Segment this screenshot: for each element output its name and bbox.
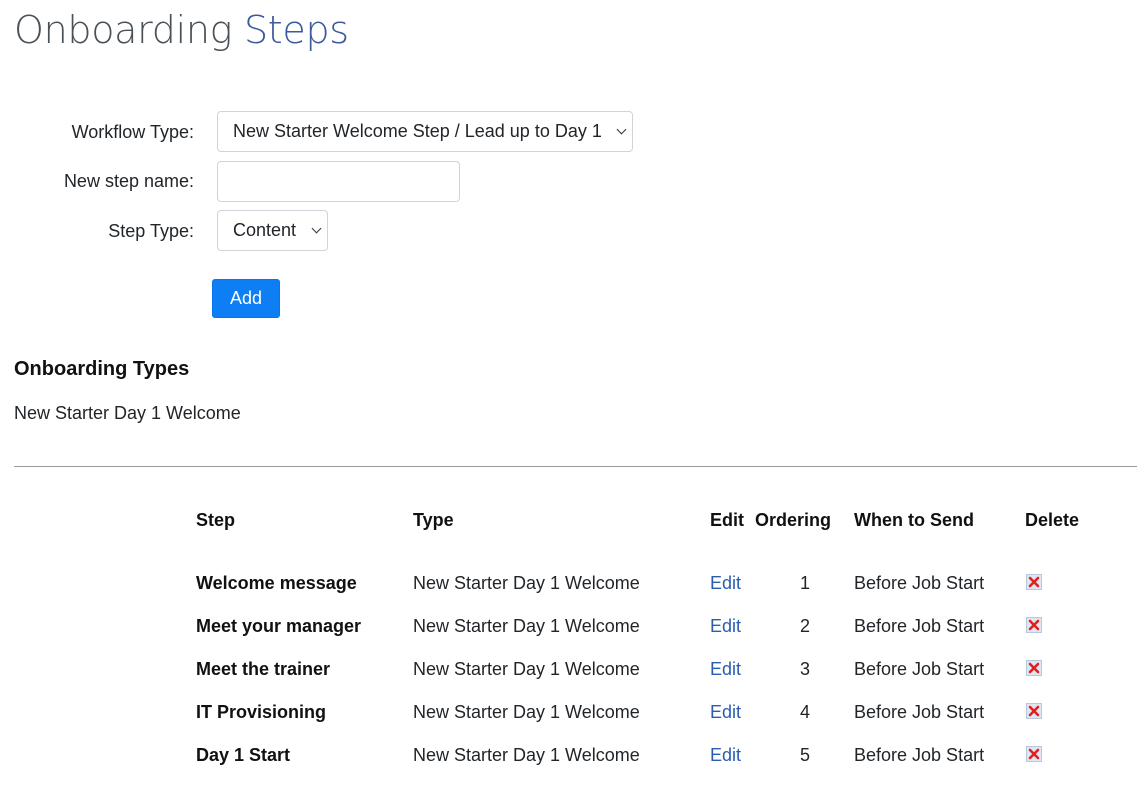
workflow-type-row: Workflow Type: [0,111,194,153]
ordering-value: 3 [799,659,810,679]
step-name: Welcome message [196,573,357,593]
delete-x-icon[interactable] [1026,660,1042,676]
chevron-down-icon [616,124,627,135]
step-type-label: Step Type: [108,220,194,241]
column-header-ordering: Ordering [755,510,832,530]
column-header-delete: Delete [1025,510,1080,530]
step-name-input[interactable] [217,161,460,202]
chevron-down-icon [311,223,322,234]
workflow-type-select[interactable]: New Starter Welcome Step / Lead up to Da… [217,111,633,152]
edit-link[interactable]: Edit [710,745,741,766]
divider [14,466,1137,467]
step-name: Meet your manager [196,616,362,636]
column-header-when-to-send: When to Send [854,510,974,530]
step-type-select[interactable]: Content [217,210,328,251]
step-name: Day 1 Start [196,745,291,765]
ordering-value: 2 [799,616,810,636]
step-name-label: New step name: [63,170,194,191]
step-type: New Starter Day 1 Welcome [413,745,640,765]
column-header-edit: Edit [710,510,744,530]
when-to-send: Before Job Start [854,659,985,679]
page-title-accent: Steps [243,8,349,52]
edit-link[interactable]: Edit [710,573,741,594]
delete-x-icon[interactable] [1026,746,1042,762]
step-type-row: Step Type: [0,210,194,252]
page-title-main: Onboarding [14,8,244,52]
page-title: Onboarding Steps [14,8,349,52]
workflow-type-value: New Starter Welcome Step / Lead up to Da… [233,121,602,141]
workflow-type-label: Workflow Type: [71,121,194,142]
delete-x-icon[interactable] [1026,617,1042,633]
step-type-value: Content [233,220,297,240]
ordering-value: 5 [799,745,810,765]
when-to-send: Before Job Start [854,702,985,722]
step-type: New Starter Day 1 Welcome [413,659,640,679]
onboarding-types-heading: Onboarding Types [14,358,190,380]
delete-x-icon[interactable] [1026,703,1042,719]
ordering-value: 1 [799,573,810,593]
step-name: Meet the trainer [196,659,331,679]
step-type: New Starter Day 1 Welcome [413,702,640,722]
edit-link[interactable]: Edit [710,616,741,637]
when-to-send: Before Job Start [854,616,985,636]
step-type: New Starter Day 1 Welcome [413,573,640,593]
column-header-type: Type [413,510,454,530]
edit-link[interactable]: Edit [710,659,741,680]
delete-x-icon[interactable] [1026,574,1042,590]
step-name-row: New step name: [0,160,194,202]
edit-link[interactable]: Edit [710,702,741,723]
step-name: IT Provisioning [196,702,327,722]
add-button[interactable]: Add [212,279,280,318]
when-to-send: Before Job Start [854,573,985,593]
onboarding-type-item: New Starter Day 1 Welcome [14,403,241,423]
column-header-step: Step [196,510,236,530]
when-to-send: Before Job Start [854,745,985,765]
step-type: New Starter Day 1 Welcome [413,616,640,636]
ordering-value: 4 [799,702,810,722]
